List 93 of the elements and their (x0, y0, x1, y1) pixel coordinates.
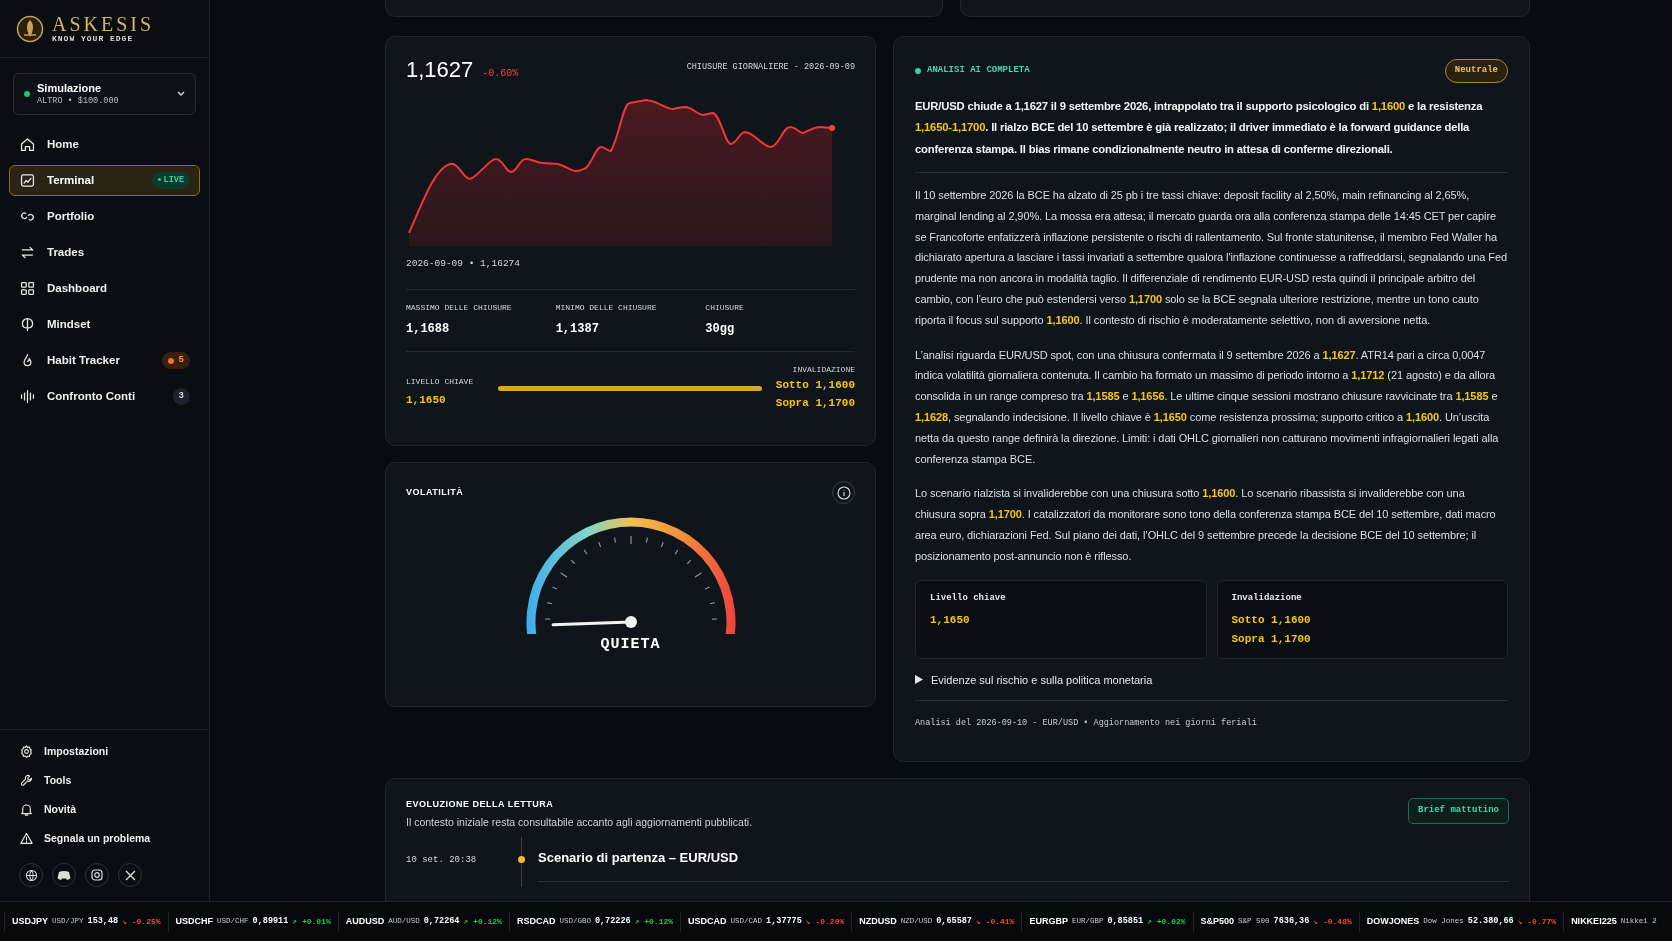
analysis-summary: EUR/USD chiude a 1,1627 il 9 settembre 2026, intrappolato tra il supporto psicologico di 1,1600 e la resistenza 1,1650-1,1700. Il rialzo BCE del 10 settembre è già realizzato; il driver immediato è la forward guidance della conferenza stampa. Il bias rimane condizionalmente neutro in attesa di conferme direzionali. (915, 98, 1484, 157)
ticker-symbol: DOWJONES (1366, 914, 1420, 928)
wrench-icon (19, 773, 34, 788)
ticker-change: ↘ -0.41% (975, 915, 1015, 928)
analysis-footer: Analisi del 2026-09-10 - EUR/USD • Aggiornamento nei giorni feriali (915, 717, 1508, 730)
nav-item[interactable]: Mindset (9, 309, 200, 340)
brief-button[interactable]: Brief mattutino (1408, 798, 1509, 824)
last-point-label: 2026-09-09 • 1,16274 (406, 257, 522, 271)
stat-label: CHIUSURE (705, 302, 745, 314)
ticker-price: 1,37775 (766, 915, 802, 928)
bias-badge: Neutrale (1444, 59, 1508, 83)
ticker-price: 0,72226 (594, 915, 631, 928)
ticker-change: ↗ +0.02% (1147, 915, 1186, 928)
nav-item[interactable]: Segnala un problema (19, 828, 190, 849)
nav-item[interactable]: Home (9, 129, 200, 160)
analysis-paragraph: L’analisi riguarda EUR/USD spot, con una chiusura confermata il 9 settembre 2026 a 1,1627. ATR14 pari a circa 0,0047 indica volatilità giornaliera contenuta. Il cambio ha formato un massimo di periodo intorno a 1,1712 (21 agosto) e da allora consolida in un range compreso tra 1,1585 e 1,1656. Le ultime cinque sessioni mostrano chiusure ravvicinate tra 1,1585 e 1,1628, segnalando indecisione. Il livello chiave è 1,1650 come resistenza prossima; supporto critico a 1,1600. Un’uscita netta da questo range definirà la direzione. Limiti: i dati OHLC giornalieri non catturano movimenti infragiornalieri legati alla conferenza stampa BCE. (915, 347, 1500, 467)
ticker-symbol: USDJPY (12, 914, 48, 928)
level-value: 1,1650 (930, 613, 971, 629)
warning-icon (19, 831, 34, 846)
ticker-symbol: EURGBP (1029, 914, 1068, 928)
ticker-change: ↘ -0.25% (122, 915, 161, 928)
nav-item[interactable]: Trades (9, 237, 200, 268)
count-badge: 5 (161, 351, 190, 370)
invalidation-value: Sopra 1,1700 (775, 396, 855, 411)
stat-value: 1,1387 (555, 321, 600, 337)
invalidation-value: Sotto 1,1600 (775, 378, 855, 393)
nav-item[interactable]: Tools (19, 770, 190, 791)
chart-caption: CHIUSURE GIORNALIERE - 2026-09-09 (686, 61, 855, 74)
stat-label: MASSIMO DELLE CHIUSURE (406, 302, 513, 314)
ticker-change: ↗ +0.01% (292, 915, 331, 928)
ticker-change: ↘ -0.77% (1517, 915, 1557, 928)
logo-emblem-icon (16, 15, 44, 43)
entry-title: Scenario di partenza – EUR/USD (538, 849, 740, 866)
invalidation-label: INVALIDAZIONE (792, 364, 855, 376)
stat-value: 30gg (705, 321, 736, 337)
nav-item[interactable]: Portfolio (9, 201, 200, 232)
ticker-price: 153,48 (87, 915, 119, 928)
key-level-value: 1,1650 (406, 393, 447, 408)
brand-name: ASKESIS (52, 14, 155, 34)
ticker-symbol: AUDUSD (345, 914, 385, 928)
ticker-change: ↘ -0.20% (805, 915, 845, 928)
ticker-price: 7636,36 (1273, 915, 1310, 928)
chevron-down-icon (177, 91, 185, 97)
ticker-price: 52.380,66 (1467, 915, 1514, 928)
disclosure-triangle-icon (915, 675, 923, 685)
ticker-symbol: NIKKEI225 (1571, 914, 1617, 928)
key-level-label: LIVELLO CHIAVE (406, 376, 475, 388)
volatility-title: VOLATILITÀ (406, 485, 464, 499)
count-badge: 3 (172, 387, 190, 406)
nav-item[interactable]: Terminal LIVE (9, 165, 200, 196)
level-box-title: Livello chiave (930, 591, 1007, 605)
ticker-change: ↗ +0.12% (463, 915, 502, 928)
ticker-price: 0,89911 (252, 915, 289, 928)
grid-icon (19, 280, 36, 297)
details-toggle[interactable]: Evidenze sul rischio e sulla politica monetaria (915, 671, 1153, 689)
gear-icon (19, 744, 34, 759)
price-change: -0.60% (482, 67, 519, 81)
ticker-symbol: USDCHF (175, 914, 214, 928)
brand-tagline: KNOW YOUR EDGE (52, 34, 135, 44)
stat-value: 1,1688 (406, 321, 451, 337)
stat-label: MINIMO DELLE CHIUSURE (555, 302, 658, 314)
price-value: 1,1627 (406, 57, 474, 83)
ticker-price: 0,85851 (1107, 915, 1144, 928)
ticker-price: 0,72264 (423, 915, 460, 928)
ticker-change: ↘ -0.48% (1313, 915, 1352, 928)
ticker-symbol: USDCAD (688, 914, 727, 928)
analysis-paragraph: Il 10 settembre 2026 la BCE ha alzato di 25 pb i tre tassi chiave: deposit facility al 2,50%, main refinancing al 2,65%, marginal lending al 2,90%. La mossa era attesa; il mercato guarda ora alla conferenza stampa delle 14:45 CET per capire se Francoforte enfatizzerà inflazione persistente o rischi di rallentamento. Sul fronte statunitense, il membro Fed Waller ha dichiarato apertura a lasciare i tassi invariati a settembre qualora l'inflazione continuesse a raffreddarsi, segnalando una Fed prudente ma non ancora in modalità taglio. Il differenziale di rendimento EUR-USD resta quindi il principale arbitro del cambio, con l’euro che può estendersi verso 1,1700 solo se la BCE segnala ulteriore restrizione, mentre un tono cauto riporta il focus sul supporto 1,1600. Il contesto di rischio è moderatamente selettivo, non di avversione netta. (915, 188, 1508, 328)
ticker-symbol: RSDCAD (516, 914, 556, 928)
level-value: Sopra 1,1700 (1231, 632, 1312, 648)
account-selector[interactable]: Simulazione ALTRO • $100.000 (13, 73, 196, 115)
nav-item[interactable]: Confronto Conti 3 (9, 381, 200, 412)
nav-item[interactable]: Impostazioni (19, 741, 190, 762)
level-value: Sotto 1,1600 (1231, 613, 1312, 629)
analysis-status: ANALISI AI COMPLETA (927, 64, 1030, 77)
nav-item[interactable]: Habit Tracker 5 (9, 345, 200, 376)
evolution-title: EVOLUZIONE DELLA LETTURA (406, 798, 555, 810)
level-box-title: Invalidazione (1231, 591, 1303, 605)
evolution-subtitle: Il contesto iniziale resta consultabile accanto agli aggiornamenti pubblicati. (406, 815, 753, 829)
ticker-price: 0,65587 (936, 915, 972, 928)
live-badge: LIVE (151, 172, 190, 189)
columns-icon (19, 388, 36, 405)
home-icon (19, 136, 36, 153)
bell-icon (19, 802, 34, 817)
ticker-symbol: NZDUSD (859, 914, 897, 928)
ticker-symbol: S&P500 (1200, 914, 1235, 928)
analysis-paragraph: Lo scenario rialzista si invaliderebbe con una chiusura sotto 1,1600. Lo scenario ribassista si invaliderebbe con una chiusura sopra 1,1700. I catalizzatori da monitorare sono tono della conferenza stampa BCE del 10 settembre, dati macro area euro, dichiarazioni Fed. Sul piano dei dati, l’OHLC del 9 settembre precede la decisione BCE del 10 settembre; il posizionamento post-annuncio non è riflesso. (915, 486, 1497, 564)
gauge-label: QUIETA (600, 636, 661, 654)
arrows-icon (19, 244, 36, 261)
chart-icon (19, 172, 36, 189)
entry-time: 10 set. 20:38 (406, 854, 478, 867)
nav-item[interactable]: Novità (19, 799, 190, 820)
ticker-change: ↗ +0.12% (634, 915, 674, 928)
nav-item[interactable]: Dashboard (9, 273, 200, 304)
